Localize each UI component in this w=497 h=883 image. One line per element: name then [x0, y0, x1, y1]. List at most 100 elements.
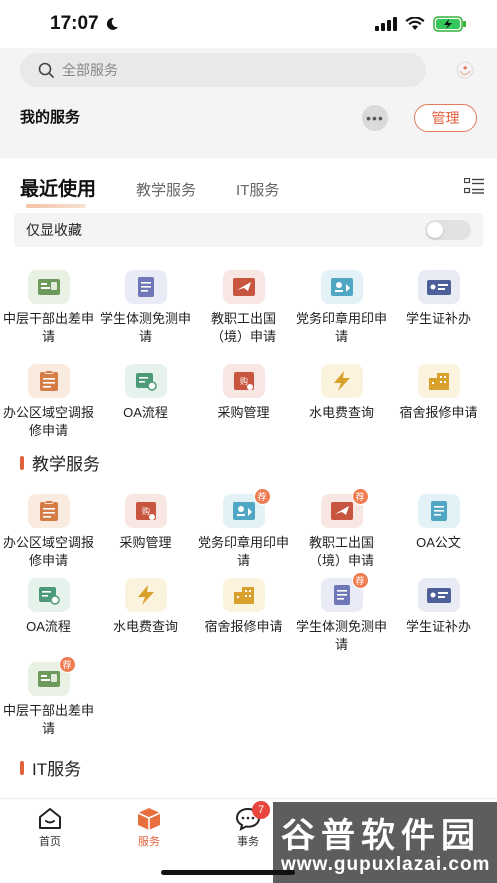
document-icon — [333, 585, 350, 605]
service-item[interactable]: 宿舍报修申请 — [195, 578, 292, 636]
service-item[interactable]: 学生体测免测申请 — [97, 270, 194, 346]
service-item[interactable]: 荐 教职工出国（境）申请 — [293, 488, 390, 570]
recommend-badge: 荐 — [351, 488, 369, 505]
favorites-filter-row: 仅显收藏 — [14, 213, 483, 247]
svg-text:购: 购 — [142, 506, 150, 516]
it-section-title: IT服务 — [32, 760, 82, 779]
service-item[interactable]: 购 采购管理 — [97, 494, 194, 552]
service-icon-box — [417, 578, 460, 612]
clipboard-icon — [39, 370, 58, 391]
service-item[interactable]: 荐 学生体测免测申请 — [293, 572, 390, 654]
lightning-icon — [137, 585, 154, 605]
service-label: 教职工出国（境）申请 — [210, 311, 276, 344]
service-item[interactable]: 水电费查询 — [97, 578, 194, 636]
tab-tasks-label: 事务 — [237, 836, 259, 848]
service-label: 采购管理 — [217, 405, 270, 420]
tasks-count-badge: 7 — [252, 801, 270, 819]
student-card-icon — [426, 588, 451, 603]
watermark-url: www.gupuxlazai.com — [281, 854, 491, 875]
tab-it[interactable]: IT服务 — [236, 179, 279, 200]
service-label: 学生体测免测申请 — [295, 619, 387, 652]
favorites-filter-label: 仅显收藏 — [26, 222, 82, 238]
service-item[interactable]: 荐 党务印章用印申请 — [195, 488, 292, 570]
service-item[interactable]: 购 采购管理 — [195, 364, 292, 422]
service-label: 水电费查询 — [112, 619, 178, 634]
watermark-overlay: 谷普软件园 www.gupuxlazai.com — [273, 802, 497, 883]
service-icon-box: 荐 — [27, 656, 76, 696]
search-placeholder: 全部服务 — [62, 62, 118, 78]
service-item[interactable]: 教职工出国（境）申请 — [195, 270, 292, 346]
tab-home-label: 首页 — [39, 836, 61, 848]
tab-services[interactable]: 服务 — [119, 807, 179, 849]
it-section-header: IT服务 — [20, 755, 81, 780]
service-item[interactable]: 办公区域空调报修申请 — [0, 364, 97, 440]
search-icon — [38, 62, 54, 78]
search-input[interactable]: 全部服务 — [20, 53, 426, 87]
clipboard-icon — [39, 500, 58, 521]
status-bar: 17:07 — [0, 0, 497, 48]
building-icon — [233, 587, 254, 604]
service-label: 教职工出国（境）申请 — [308, 535, 374, 568]
service-icon-box: 荐 — [222, 488, 271, 528]
id-card-icon — [37, 279, 60, 295]
avatar[interactable] — [452, 58, 478, 84]
service-label: 党务印章用印申请 — [197, 535, 289, 568]
service-item[interactable]: 办公区域空调报修申请 — [0, 494, 97, 570]
flow-icon — [38, 587, 60, 605]
signal-icon — [375, 17, 397, 31]
document-icon — [137, 277, 154, 297]
service-item[interactable]: OA流程 — [97, 364, 194, 422]
service-icon-box — [417, 364, 460, 398]
flow-icon — [135, 373, 157, 391]
cube-icon — [137, 808, 161, 830]
stamp-card-icon — [232, 502, 255, 520]
tab-recent[interactable]: 最近使用 — [20, 174, 96, 201]
service-item[interactable]: 宿舍报修申请 — [390, 364, 487, 422]
service-label: 办公区域空调报修申请 — [2, 535, 94, 568]
service-icon-box — [124, 270, 167, 304]
recommend-badge: 荐 — [351, 572, 369, 589]
service-item[interactable]: 学生证补办 — [390, 270, 487, 328]
service-label: 学生证补办 — [405, 619, 471, 634]
favorites-toggle[interactable] — [425, 220, 471, 240]
service-label: 党务印章用印申请 — [295, 311, 387, 344]
list-view-icon[interactable] — [464, 178, 484, 194]
service-label: 中层干部出差申请 — [2, 703, 94, 736]
watermark-title: 谷普软件园 — [281, 817, 481, 855]
service-item[interactable]: 中层干部出差申请 — [0, 270, 97, 346]
service-label: 宿舍报修申请 — [399, 405, 478, 420]
tab-teaching[interactable]: 教学服务 — [136, 179, 196, 200]
more-button[interactable]: ••• — [362, 105, 388, 131]
purchase-icon: 购 — [233, 372, 254, 390]
status-icons — [375, 16, 467, 32]
service-icon-box: 荐 — [320, 572, 369, 612]
building-icon — [428, 373, 449, 390]
service-icon-box — [124, 364, 167, 398]
service-label: 办公区域空调报修申请 — [2, 405, 94, 438]
service-item[interactable]: 荐 中层干部出差申请 — [0, 656, 97, 738]
service-item[interactable]: OA公文 — [390, 494, 487, 552]
battery-icon — [433, 16, 466, 32]
section-marker — [20, 760, 24, 775]
home-icon — [39, 808, 61, 829]
status-time: 17:07 — [50, 13, 119, 35]
service-icon-box — [27, 494, 70, 528]
manage-button[interactable]: 管理 — [414, 104, 477, 132]
service-item[interactable]: OA流程 — [0, 578, 97, 636]
section-marker — [20, 455, 24, 470]
top-area: 全部服务 我的服务 ••• 管理 — [0, 48, 497, 158]
purchase-icon: 购 — [135, 502, 156, 520]
service-item[interactable]: 党务印章用印申请 — [293, 270, 390, 346]
category-tabs: 最近使用 教学服务 IT服务 — [20, 174, 319, 201]
service-icon-box — [417, 494, 460, 528]
active-tab-indicator — [26, 204, 86, 208]
service-item[interactable]: 水电费查询 — [293, 364, 390, 422]
service-icon-box — [27, 578, 70, 612]
tab-tasks[interactable]: 事务 7 — [218, 801, 278, 849]
service-item[interactable]: 学生证补办 — [390, 578, 487, 636]
teaching-section-header: 教学服务 — [20, 450, 100, 475]
service-icon-box — [222, 578, 265, 612]
tab-home[interactable]: 首页 — [20, 807, 80, 849]
plane-icon — [232, 278, 255, 296]
plane-icon — [330, 502, 353, 520]
